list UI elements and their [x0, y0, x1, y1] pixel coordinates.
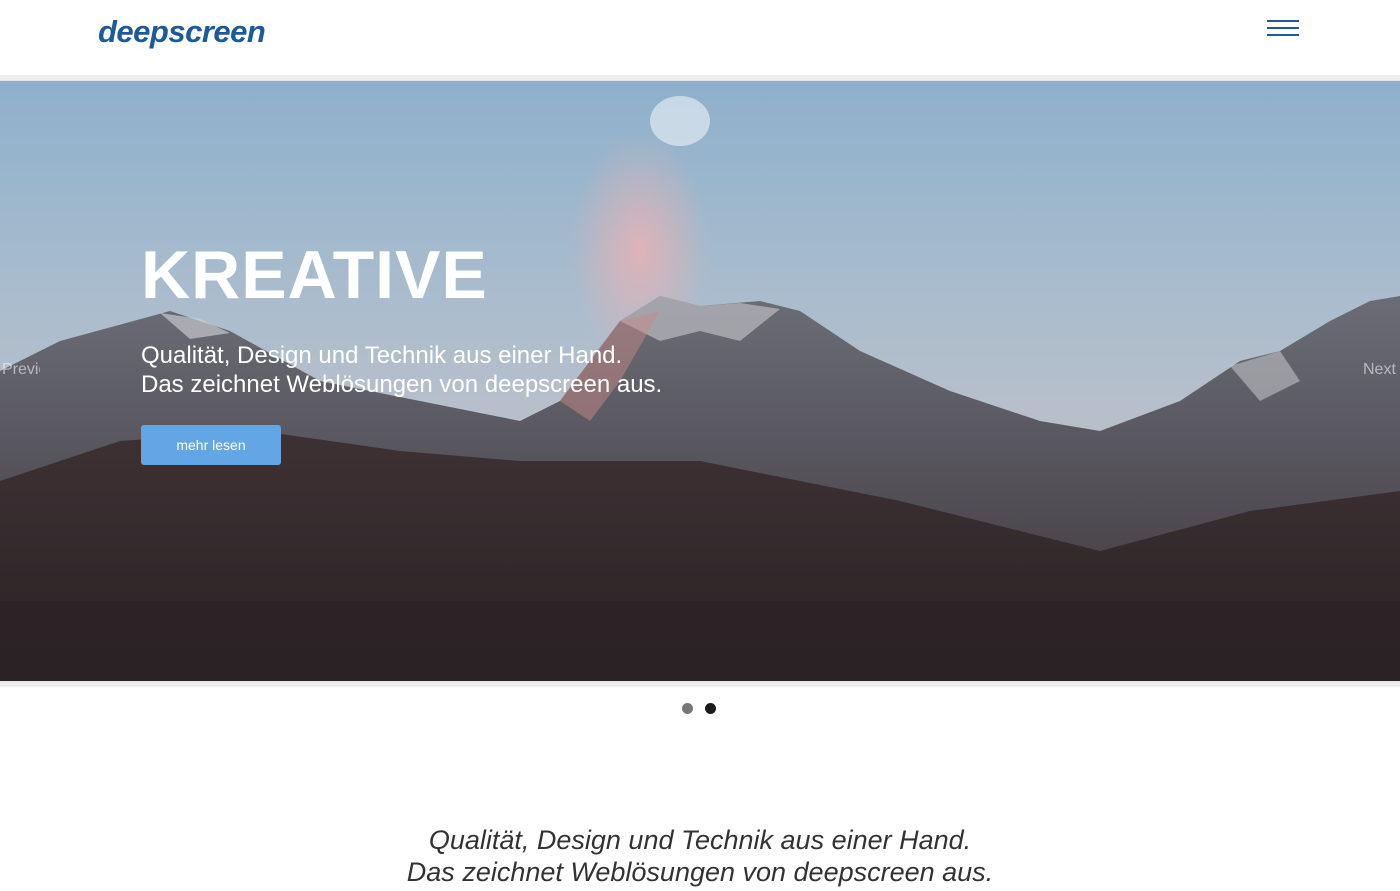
menu-bar [1267, 34, 1299, 36]
slider-next-control[interactable]: Next [1363, 361, 1400, 379]
hamburger-icon[interactable] [1267, 18, 1299, 40]
intro-tagline-line: Qualität, Design und Technik aus einer H… [428, 825, 972, 855]
slider-indicator-1[interactable] [682, 703, 693, 714]
menu-bar [1267, 20, 1299, 22]
intro-tagline-line: Das zeichnet Weblösungen von deepscreen … [406, 857, 994, 887]
site-header: deepscreen [0, 0, 1400, 75]
slider-previous-control[interactable]: Previous [2, 361, 40, 379]
intro-tagline: Qualität, Design und Technik aus einer H… [0, 824, 1400, 888]
hero-subtitle-line: Das zeichnet Weblösungen von deepscreen … [141, 371, 663, 398]
hero-divider [0, 681, 1400, 687]
hero-title: KREATIVE [141, 237, 488, 313]
menu-bar [1267, 27, 1299, 29]
hero-subtitle-line: Qualität, Design und Technik aus einer H… [141, 342, 623, 369]
hero-slider: KREATIVE Qualität, Design und Technik au… [0, 81, 1400, 681]
slider-indicator-2[interactable] [705, 703, 716, 714]
read-more-button[interactable]: mehr lesen [141, 425, 281, 465]
hero-subtitle: Qualität, Design und Technik aus einer H… [141, 341, 662, 399]
logo[interactable]: deepscreen [98, 14, 266, 50]
